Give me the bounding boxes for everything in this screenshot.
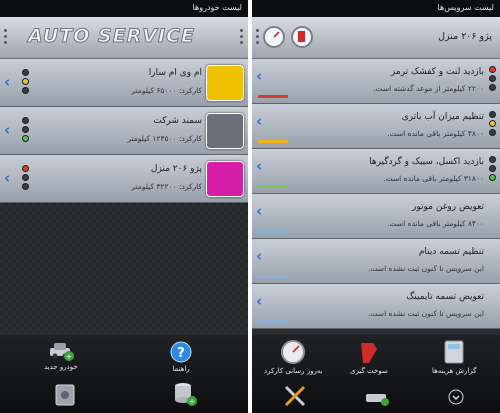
service-detail: ۴۸۰۰ کیلومتر باقی مانده است. bbox=[387, 129, 484, 138]
service-list-item[interactable]: ‹ تعویض روغن موتور ۸۴۰۰ کیلومتر باقی مانده… bbox=[252, 194, 500, 239]
chevron-left-icon[interactable]: ‹ bbox=[4, 121, 10, 139]
svg-text:?: ? bbox=[177, 346, 185, 361]
car-list-item[interactable]: ‹ پژو ۲۰۶ منزل کارکرد: ۳۲۲۰۰ کیلومتر bbox=[0, 155, 248, 203]
safe-icon bbox=[55, 384, 75, 406]
chevron-left-icon[interactable]: ‹ bbox=[256, 202, 262, 220]
car-usage: کارکرد: ۶۵۰۰۰ کیلومتر bbox=[131, 86, 202, 95]
odometer-update-label: بەروز رسانی کارکرد bbox=[264, 367, 323, 375]
cost-report-button[interactable]: گزارش هزینه‌ها bbox=[432, 339, 476, 375]
service-status-bar bbox=[258, 140, 288, 143]
chevron-left-icon[interactable]: ‹ bbox=[256, 292, 262, 310]
service-title: تعویض تسمه تایمینگ bbox=[406, 292, 484, 302]
overflow-menu-icon[interactable] bbox=[256, 29, 260, 44]
cost-report-label: گزارش هزینه‌ها bbox=[432, 367, 477, 375]
car-header: پژو ۲۰۶ منزل bbox=[252, 17, 500, 59]
service-list-screen: لیست سرویس‌ها پژو ۲۰۶ منزل ‹ بازدید لنت و… bbox=[252, 0, 500, 413]
chevron-left-icon[interactable]: ‹ bbox=[256, 112, 262, 130]
fuel-button[interactable]: سوخت گیری bbox=[350, 339, 388, 375]
car-add-icon[interactable] bbox=[364, 387, 390, 407]
backup-button[interactable] bbox=[54, 383, 76, 409]
service-status-bar bbox=[258, 275, 288, 278]
car-list-item[interactable]: ‹ ام وی ام سارا کارکرد: ۶۵۰۰۰ کیلومتر bbox=[0, 59, 248, 107]
traffic-light-icon bbox=[486, 156, 498, 181]
service-list-item[interactable]: ‹ بازدید اکسل، سیبک و گردگیرها ۳۱۸۰۰ کیلوم… bbox=[252, 149, 500, 194]
car-thumbnail bbox=[206, 65, 244, 101]
help-button[interactable]: ? راهنما bbox=[170, 341, 192, 373]
car-usage: کارکرد: ۳۲۲۰۰ کیلومتر bbox=[131, 182, 202, 191]
fuel-nozzle-icon bbox=[360, 343, 377, 363]
odometer-update-button[interactable]: بەروز رسانی کارکرد bbox=[264, 339, 323, 375]
service-title: بازدید اکسل، سیبک و گردگیرها bbox=[369, 157, 484, 167]
chevron-left-icon[interactable]: ‹ bbox=[4, 169, 10, 187]
car-list: ‹ ام وی ام سارا کارکرد: ۶۵۰۰۰ کیلومتر ‹ سمند… bbox=[0, 59, 248, 203]
status-bar-title: لیست خودروها bbox=[0, 0, 248, 17]
service-title: تعویض روغن موتور bbox=[412, 202, 484, 212]
service-detail: ۸۴۰۰ کیلومتر باقی مانده است. bbox=[387, 219, 484, 228]
new-car-button[interactable]: + خودرو جدید bbox=[44, 341, 78, 371]
car-name: پژو ۲۰۶ منزل bbox=[150, 164, 202, 174]
database-icon: + bbox=[175, 383, 197, 406]
chevron-left-icon[interactable]: ‹ bbox=[4, 73, 10, 91]
service-detail: ۳۱۸۰۰ کیلومتر باقی مانده است. bbox=[383, 174, 484, 183]
car-name: ام وی ام سارا bbox=[148, 68, 202, 78]
car-thumbnail bbox=[206, 113, 244, 149]
car-list-screen: لیست خودروها AUTO SERVICE ‹ ام وی ام سارا… bbox=[0, 0, 248, 413]
database-button[interactable]: + bbox=[172, 381, 198, 409]
service-list-item[interactable]: ‹ تنظیم تسمه دینام این سرویس تا کنون ثبت ن… bbox=[252, 239, 500, 284]
svg-text:+: + bbox=[189, 397, 196, 406]
chevron-left-icon[interactable]: ‹ bbox=[256, 157, 262, 175]
new-car-label: خودرو جدید bbox=[44, 363, 78, 371]
overflow-menu-icon[interactable] bbox=[4, 29, 8, 44]
chevron-left-icon[interactable]: ‹ bbox=[256, 67, 262, 85]
service-list-item[interactable]: ‹ تعویض تسمه تایمینگ این سرویس تا کنون ثبت… bbox=[252, 284, 500, 329]
chevron-down-icon[interactable] bbox=[448, 389, 464, 405]
traffic-light-icon bbox=[14, 69, 36, 94]
gauge-icon bbox=[281, 340, 306, 364]
app-header: AUTO SERVICE bbox=[0, 17, 248, 59]
service-title: تنظیم تسمه دینام bbox=[418, 247, 484, 257]
selected-car-title: پژو ۲۰۶ منزل bbox=[438, 31, 492, 42]
calculator-icon bbox=[444, 340, 464, 364]
traffic-light-icon bbox=[486, 111, 498, 136]
help-icon: ? bbox=[170, 341, 192, 363]
service-list: ‹ بازدید لنت و کفشک ترمز ۲۲۰۰ کیلومتر از م… bbox=[252, 59, 500, 329]
car-add-icon: + bbox=[49, 343, 74, 361]
traffic-light-icon bbox=[486, 66, 498, 91]
speedometer-icon[interactable] bbox=[262, 24, 286, 50]
service-status-bar bbox=[258, 95, 288, 98]
traffic-light-icon bbox=[14, 165, 36, 190]
service-status-bar bbox=[258, 230, 288, 233]
service-detail: این سرویس تا کنون ثبت نشده است. bbox=[368, 264, 484, 273]
tools-icon[interactable] bbox=[282, 383, 308, 409]
car-name: سمند شرکت bbox=[153, 116, 202, 126]
drag-handle-icon[interactable] bbox=[240, 29, 244, 44]
fuel-label: سوخت گیری bbox=[350, 367, 388, 375]
service-title: بازدید لنت و کفشک ترمز bbox=[390, 67, 484, 77]
fuel-pump-icon[interactable] bbox=[290, 24, 314, 50]
car-thumbnail bbox=[206, 161, 244, 197]
help-label: راهنما bbox=[172, 365, 190, 373]
bottom-toolbar: بەروز رسانی کارکرد سوخت گیری گزارش هزینه… bbox=[252, 335, 500, 413]
service-title: تنظیم میزان آب باتری bbox=[401, 112, 484, 122]
app-logo: AUTO SERVICE bbox=[28, 25, 195, 48]
car-usage: کارکرد: ۱۲۳۵۰۰ کیلومتر bbox=[127, 134, 202, 143]
service-status-bar bbox=[258, 320, 288, 323]
status-bar-title: لیست سرویس‌ها bbox=[252, 0, 500, 17]
chevron-left-icon[interactable]: ‹ bbox=[256, 247, 262, 265]
svg-text:+: + bbox=[65, 352, 72, 361]
service-detail: این سرویس تا کنون ثبت نشده است. bbox=[368, 309, 484, 318]
service-list-item[interactable]: ‹ بازدید لنت و کفشک ترمز ۲۲۰۰ کیلومتر از م… bbox=[252, 59, 500, 104]
traffic-light-icon bbox=[14, 117, 36, 142]
car-list-item[interactable]: ‹ سمند شرکت کارکرد: ۱۲۳۵۰۰ کیلومتر bbox=[0, 107, 248, 155]
bottom-toolbar: + خودرو جدید ? راهنما + bbox=[0, 335, 248, 413]
service-list-item[interactable]: ‹ تنظیم میزان آب باتری ۴۸۰۰ کیلومتر باقی م… bbox=[252, 104, 500, 149]
service-status-bar bbox=[258, 185, 288, 188]
service-detail: ۲۲۰۰ کیلومتر از موعد گذشته است. bbox=[373, 84, 484, 93]
